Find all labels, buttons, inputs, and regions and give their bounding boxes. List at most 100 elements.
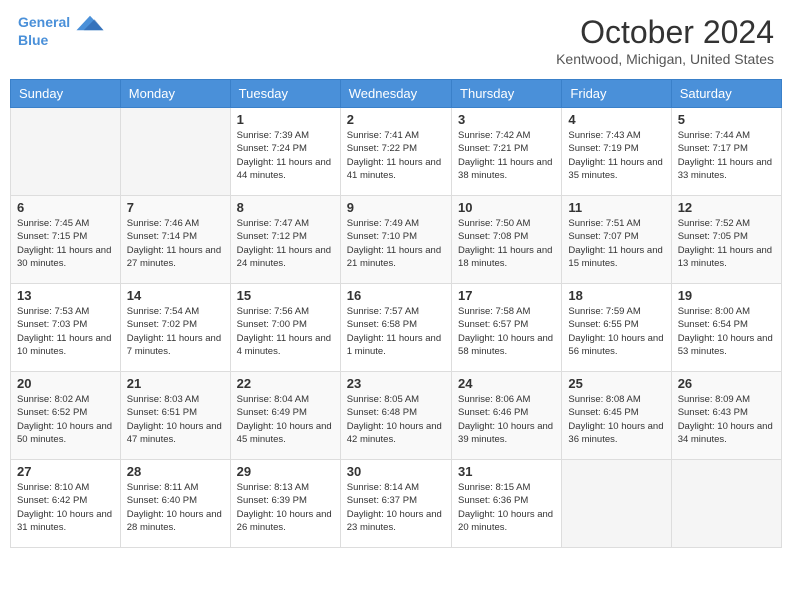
calendar-cell: 14 Sunrise: 7:54 AMSunset: 7:02 PMDayligh… (120, 284, 230, 372)
day-number: 20 (17, 376, 114, 391)
day-of-week-header: Friday (562, 80, 671, 108)
day-number: 16 (347, 288, 445, 303)
day-number: 3 (458, 112, 555, 127)
day-number: 23 (347, 376, 445, 391)
calendar-cell: 25 Sunrise: 8:08 AMSunset: 6:45 PMDayligh… (562, 372, 671, 460)
day-info: Sunrise: 7:54 AMSunset: 7:02 PMDaylight:… (127, 305, 224, 358)
day-number: 11 (568, 200, 664, 215)
calendar-cell: 15 Sunrise: 7:56 AMSunset: 7:00 PMDayligh… (230, 284, 340, 372)
day-info: Sunrise: 8:00 AMSunset: 6:54 PMDaylight:… (678, 305, 775, 358)
calendar-cell: 22Sunrise: 8:04 AMSunset: 6:49 PMDayligh… (230, 372, 340, 460)
calendar-cell: 11 Sunrise: 7:51 AMSunset: 7:07 PMDayligh… (562, 196, 671, 284)
calendar-cell: 24 Sunrise: 8:06 AMSunset: 6:46 PMDayligh… (452, 372, 562, 460)
calendar-cell: 28 Sunrise: 8:11 AMSunset: 6:40 PMDayligh… (120, 460, 230, 548)
day-info: Sunrise: 7:53 AMSunset: 7:03 PMDaylight:… (17, 305, 114, 358)
day-number: 22 (237, 376, 334, 391)
calendar-cell: 3Sunrise: 7:42 AMSunset: 7:21 PMDaylight… (452, 108, 562, 196)
day-number: 19 (678, 288, 775, 303)
day-number: 24 (458, 376, 555, 391)
calendar-week-row: 6 Sunrise: 7:45 AMSunset: 7:15 PMDaylight… (11, 196, 782, 284)
day-info: Sunrise: 7:45 AMSunset: 7:15 PMDaylight:… (17, 217, 114, 270)
day-number: 18 (568, 288, 664, 303)
calendar-cell: 21 Sunrise: 8:03 AMSunset: 6:51 PMDayligh… (120, 372, 230, 460)
day-of-week-header: Monday (120, 80, 230, 108)
title-section: October 2024 Kentwood, Michigan, United … (556, 14, 774, 67)
calendar-cell: 20 Sunrise: 8:02 AMSunset: 6:52 PMDayligh… (11, 372, 121, 460)
day-number: 28 (127, 464, 224, 479)
calendar-cell: 19 Sunrise: 8:00 AMSunset: 6:54 PMDayligh… (671, 284, 781, 372)
calendar-cell: 17 Sunrise: 7:58 AMSunset: 6:57 PMDayligh… (452, 284, 562, 372)
day-info: Sunrise: 8:15 AMSunset: 6:36 PMDaylight:… (458, 481, 555, 534)
day-info: Sunrise: 8:08 AMSunset: 6:45 PMDaylight:… (568, 393, 664, 446)
day-info: Sunrise: 8:03 AMSunset: 6:51 PMDaylight:… (127, 393, 224, 446)
location-title: Kentwood, Michigan, United States (556, 51, 774, 67)
day-number: 1 (237, 112, 334, 127)
day-number: 10 (458, 200, 555, 215)
day-info: Sunrise: 7:46 AMSunset: 7:14 PMDaylight:… (127, 217, 224, 270)
day-number: 13 (17, 288, 114, 303)
day-info: Sunrise: 8:10 AMSunset: 6:42 PMDaylight:… (17, 481, 114, 534)
day-number: 25 (568, 376, 664, 391)
day-info: Sunrise: 7:56 AMSunset: 7:00 PMDaylight:… (237, 305, 334, 358)
logo-blue-text: Blue (18, 32, 104, 49)
day-info: Sunrise: 7:39 AMSunset: 7:24 PMDaylight:… (237, 129, 334, 182)
day-info: Sunrise: 7:57 AMSunset: 6:58 PMDaylight:… (347, 305, 445, 358)
day-number: 12 (678, 200, 775, 215)
day-info: Sunrise: 8:09 AMSunset: 6:43 PMDaylight:… (678, 393, 775, 446)
calendar-cell: 16 Sunrise: 7:57 AMSunset: 6:58 PMDayligh… (340, 284, 451, 372)
day-info: Sunrise: 7:58 AMSunset: 6:57 PMDaylight:… (458, 305, 555, 358)
day-number: 14 (127, 288, 224, 303)
calendar-cell: 1 Sunrise: 7:39 AMSunset: 7:24 PMDaylight… (230, 108, 340, 196)
day-of-week-header: Tuesday (230, 80, 340, 108)
day-number: 17 (458, 288, 555, 303)
day-number: 27 (17, 464, 114, 479)
calendar-week-row: 27 Sunrise: 8:10 AMSunset: 6:42 PMDayligh… (11, 460, 782, 548)
calendar-cell: 29Sunrise: 8:13 AMSunset: 6:39 PMDayligh… (230, 460, 340, 548)
calendar-cell (671, 460, 781, 548)
logo: General Blue (18, 14, 104, 49)
calendar-cell: 13 Sunrise: 7:53 AMSunset: 7:03 PMDayligh… (11, 284, 121, 372)
day-of-week-header: Saturday (671, 80, 781, 108)
calendar-cell: 31 Sunrise: 8:15 AMSunset: 6:36 PMDayligh… (452, 460, 562, 548)
day-info: Sunrise: 8:02 AMSunset: 6:52 PMDaylight:… (17, 393, 114, 446)
day-number: 2 (347, 112, 445, 127)
calendar-header-row: SundayMondayTuesdayWednesdayThursdayFrid… (11, 80, 782, 108)
calendar-cell: 23 Sunrise: 8:05 AMSunset: 6:48 PMDayligh… (340, 372, 451, 460)
calendar-cell: 2 Sunrise: 7:41 AMSunset: 7:22 PMDaylight… (340, 108, 451, 196)
day-number: 5 (678, 112, 775, 127)
calendar-cell: 6 Sunrise: 7:45 AMSunset: 7:15 PMDaylight… (11, 196, 121, 284)
calendar-cell: 30 Sunrise: 8:14 AMSunset: 6:37 PMDayligh… (340, 460, 451, 548)
calendar-cell: 8Sunrise: 7:47 AMSunset: 7:12 PMDaylight… (230, 196, 340, 284)
calendar-cell: 18 Sunrise: 7:59 AMSunset: 6:55 PMDayligh… (562, 284, 671, 372)
day-of-week-header: Sunday (11, 80, 121, 108)
day-number: 30 (347, 464, 445, 479)
calendar-cell: 5Sunrise: 7:44 AMSunset: 7:17 PMDaylight… (671, 108, 781, 196)
day-number: 21 (127, 376, 224, 391)
calendar-cell: 27 Sunrise: 8:10 AMSunset: 6:42 PMDayligh… (11, 460, 121, 548)
day-info: Sunrise: 7:51 AMSunset: 7:07 PMDaylight:… (568, 217, 664, 270)
day-number: 29 (237, 464, 334, 479)
calendar-week-row: 1 Sunrise: 7:39 AMSunset: 7:24 PMDaylight… (11, 108, 782, 196)
day-info: Sunrise: 8:05 AMSunset: 6:48 PMDaylight:… (347, 393, 445, 446)
day-info: Sunrise: 7:41 AMSunset: 7:22 PMDaylight:… (347, 129, 445, 182)
day-number: 31 (458, 464, 555, 479)
day-number: 4 (568, 112, 664, 127)
day-of-week-header: Wednesday (340, 80, 451, 108)
calendar-cell: 7 Sunrise: 7:46 AMSunset: 7:14 PMDaylight… (120, 196, 230, 284)
calendar-cell: 4Sunrise: 7:43 AMSunset: 7:19 PMDaylight… (562, 108, 671, 196)
calendar-cell: 26 Sunrise: 8:09 AMSunset: 6:43 PMDayligh… (671, 372, 781, 460)
day-number: 6 (17, 200, 114, 215)
day-info: Sunrise: 8:11 AMSunset: 6:40 PMDaylight:… (127, 481, 224, 534)
day-number: 7 (127, 200, 224, 215)
day-info: Sunrise: 7:59 AMSunset: 6:55 PMDaylight:… (568, 305, 664, 358)
calendar-cell (11, 108, 121, 196)
day-number: 9 (347, 200, 445, 215)
calendar-table: SundayMondayTuesdayWednesdayThursdayFrid… (10, 79, 782, 548)
day-info: Sunrise: 7:52 AMSunset: 7:05 PMDaylight:… (678, 217, 775, 270)
day-info: Sunrise: 8:06 AMSunset: 6:46 PMDaylight:… (458, 393, 555, 446)
day-info: Sunrise: 7:50 AMSunset: 7:08 PMDaylight:… (458, 217, 555, 270)
calendar-cell: 12 Sunrise: 7:52 AMSunset: 7:05 PMDayligh… (671, 196, 781, 284)
day-info: Sunrise: 8:14 AMSunset: 6:37 PMDaylight:… (347, 481, 445, 534)
day-number: 26 (678, 376, 775, 391)
day-number: 15 (237, 288, 334, 303)
